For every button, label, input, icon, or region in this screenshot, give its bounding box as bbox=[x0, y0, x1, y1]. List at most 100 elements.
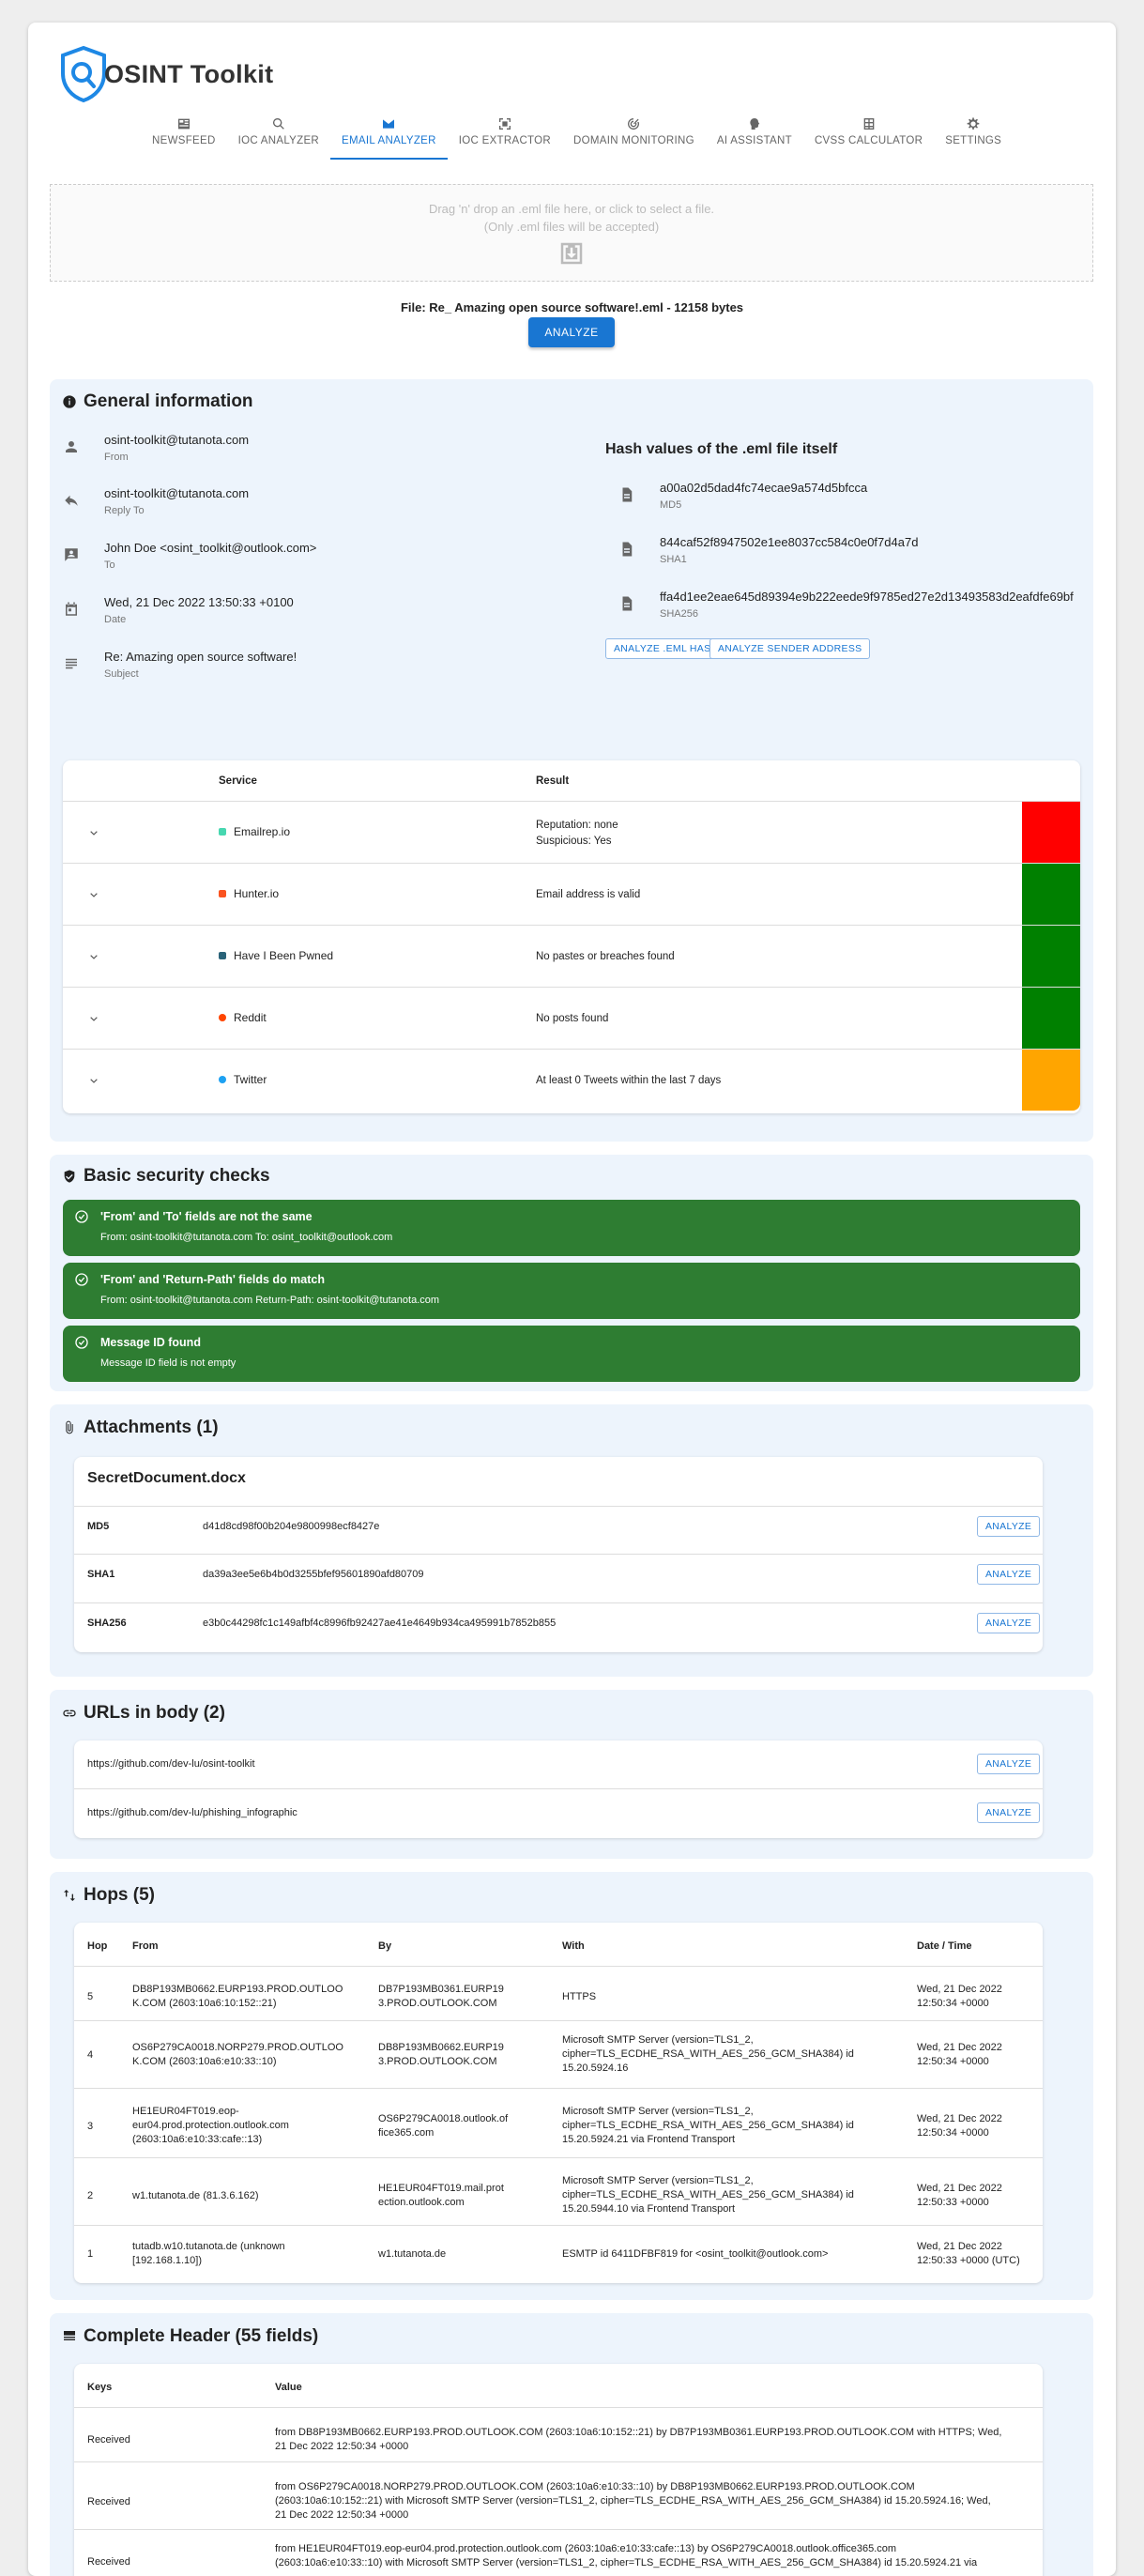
document-icon bbox=[622, 542, 633, 557]
chevron-down-icon[interactable] bbox=[87, 1074, 100, 1087]
services-table-header: Service Result bbox=[63, 760, 1080, 802]
service-row-reddit[interactable]: Reddit No posts found bbox=[63, 988, 1080, 1050]
chevron-down-icon[interactable] bbox=[87, 888, 100, 901]
service-row-hibp[interactable]: Have I Been Pwned No pastes or breaches … bbox=[63, 926, 1080, 988]
swap-vertical-icon bbox=[64, 1890, 75, 1901]
dropzone-hint: (Only .eml files will be accepted) bbox=[483, 220, 660, 234]
status-color-indicator bbox=[1022, 1050, 1080, 1111]
hops-table: Hop From By With Date / Time 5 DB8P193MB… bbox=[74, 1923, 1043, 2283]
security-checks-title: Basic security checks bbox=[62, 1166, 270, 1187]
tab-newsfeed[interactable]: NEWSFEED bbox=[141, 116, 227, 160]
shield-logo-icon bbox=[61, 45, 106, 103]
security-check-message-id: Message ID found Message ID field is not… bbox=[63, 1326, 1080, 1382]
url-item[interactable]: https://github.com/dev-lu/osint-toolkit bbox=[87, 1758, 255, 1770]
md5-hash: a00a02d5dad4fc74ecae9a574d5bfcca MD5 bbox=[618, 481, 867, 511]
sha1-hash: 844caf52f8947502e1ee8037cc584c0e0f7d4a7d… bbox=[618, 535, 918, 565]
url-item[interactable]: https://github.com/dev-lu/phishing_infog… bbox=[87, 1807, 297, 1818]
dropzone-text: Drag 'n' drop an .eml file here, or clic… bbox=[428, 202, 715, 216]
paperclip-icon bbox=[66, 1420, 73, 1434]
hunter-logo-icon bbox=[219, 890, 226, 897]
reddit-logo-icon bbox=[219, 1014, 226, 1021]
urls-section: URLs in body (2) https://github.com/dev-… bbox=[50, 1690, 1093, 1859]
security-checks-section: Basic security checks 'From' and 'To' fi… bbox=[50, 1155, 1093, 1391]
status-color-indicator bbox=[1022, 802, 1080, 863]
chevron-down-icon[interactable] bbox=[87, 1012, 100, 1025]
attachment-sha256: e3b0c44298fc1c149afbf4c8996fb92427ae41e4… bbox=[203, 1618, 557, 1629]
status-color-indicator bbox=[1022, 926, 1080, 987]
analyze-sender-address-button[interactable]: ANALYZE SENDER ADDRESS bbox=[709, 638, 871, 659]
urls-title: URLs in body (2) bbox=[62, 1703, 225, 1724]
radar-icon bbox=[628, 118, 640, 130]
hibp-logo-icon bbox=[219, 952, 226, 959]
hash-title: Hash values of the .eml file itself bbox=[605, 441, 838, 457]
document-icon bbox=[622, 596, 633, 611]
attachment-md5: d41d8cd98f00b204e9800998ecf8427e bbox=[203, 1521, 380, 1532]
emailrep-logo-icon bbox=[219, 828, 226, 836]
tab-domain-monitoring[interactable]: DOMAIN MONITORING bbox=[562, 116, 706, 160]
attachment-file-name: SecretDocument.docx bbox=[87, 1470, 246, 1486]
general-information-section: General information osint-toolkit@tutano… bbox=[50, 379, 1093, 1142]
chevron-down-icon[interactable] bbox=[87, 826, 100, 839]
newspaper-icon bbox=[177, 118, 190, 130]
header-table: Keys Value Received from DB8P193MB0662.E… bbox=[74, 2364, 1043, 2576]
to-field: John Doe <osint_toolkit@outlook.com> To bbox=[63, 541, 316, 571]
status-color-indicator bbox=[1022, 988, 1080, 1049]
attachment-sha256-analyze-button[interactable]: ANALYZE bbox=[977, 1613, 1041, 1633]
tab-ai-assistant[interactable]: AI ASSISTANT bbox=[706, 116, 803, 160]
search-icon bbox=[272, 118, 284, 130]
analyze-eml-hash-button[interactable]: ANALYZE .EML HASH bbox=[605, 638, 727, 659]
attachment-md5-analyze-button[interactable]: ANALYZE bbox=[977, 1516, 1041, 1537]
general-information-title: General information bbox=[62, 391, 253, 412]
chevron-down-icon[interactable] bbox=[87, 950, 100, 963]
calculator-icon bbox=[863, 118, 874, 130]
attachments-title: Attachments (1) bbox=[62, 1418, 219, 1438]
tab-settings[interactable]: SETTINGS bbox=[934, 116, 1013, 160]
twitter-logo-icon bbox=[219, 1076, 226, 1083]
file-dropzone[interactable]: Drag 'n' drop an .eml file here, or clic… bbox=[50, 184, 1093, 282]
document-icon bbox=[622, 487, 633, 502]
tab-cvss-calculator[interactable]: CVSS CALCULATOR bbox=[803, 116, 934, 160]
brain-icon bbox=[750, 118, 760, 130]
main-nav: NEWSFEED IOC ANALYZER EMAIL ANALYZER IOC… bbox=[141, 116, 1013, 160]
security-check-from-to: 'From' and 'To' fields are not the same … bbox=[63, 1200, 1080, 1256]
tab-ioc-extractor[interactable]: IOC EXTRACTOR bbox=[448, 116, 562, 160]
app-title: OSINT Toolkit bbox=[104, 59, 274, 88]
gear-icon bbox=[967, 117, 980, 130]
check-circle-icon bbox=[75, 1336, 88, 1349]
date-field: Wed, 21 Dec 2022 13:50:33 +0100 Date bbox=[63, 595, 294, 625]
security-check-return-path: 'From' and 'Return-Path' fields do match… bbox=[63, 1263, 1080, 1319]
hops-section: Hops (5) Hop From By With Date / Time 5 … bbox=[50, 1872, 1093, 2300]
person-icon bbox=[66, 441, 77, 452]
url-analyze-button[interactable]: ANALYZE bbox=[977, 1754, 1041, 1774]
service-row-twitter[interactable]: Twitter At least 0 Tweets within the las… bbox=[63, 1050, 1080, 1112]
complete-header-title: Complete Header (55 fields) bbox=[62, 2326, 318, 2347]
service-row-emailrep[interactable]: Emailrep.io Reputation: none Suspicious: … bbox=[63, 802, 1080, 864]
attachment-sha1: da39a3ee5e6b4b0d3255bfef95601890afd80709 bbox=[203, 1569, 424, 1580]
subject-icon bbox=[66, 658, 77, 669]
tab-ioc-analyzer[interactable]: IOC ANALYZER bbox=[227, 116, 330, 160]
app-logo[interactable]: OSINT Toolkit bbox=[59, 45, 273, 103]
services-table: Service Result Emailrep.io Reputation: n… bbox=[63, 760, 1080, 1113]
attachment-sha1-analyze-button[interactable]: ANALYZE bbox=[977, 1564, 1041, 1585]
status-color-indicator bbox=[1022, 864, 1080, 925]
info-icon bbox=[63, 395, 76, 408]
shield-check-icon bbox=[64, 1170, 75, 1183]
crop-icon bbox=[498, 118, 511, 130]
url-analyze-button[interactable]: ANALYZE bbox=[977, 1802, 1041, 1823]
tab-email-analyzer[interactable]: EMAIL ANALYZER bbox=[330, 116, 448, 160]
link-icon bbox=[63, 1710, 76, 1717]
app-card: OSINT Toolkit NEWSFEED IOC ANALYZER EMAI… bbox=[28, 23, 1116, 2576]
calendar-icon bbox=[66, 602, 77, 616]
attachment-card: SecretDocument.docx MD5 d41d8cd98f00b204… bbox=[74, 1457, 1043, 1652]
service-row-hunter[interactable]: Hunter.io Email address is valid bbox=[63, 864, 1080, 926]
contact-icon bbox=[65, 548, 78, 561]
subject-field: Re: Amazing open source software! Subject bbox=[63, 650, 297, 680]
sha256-hash: ffa4d1ee2eae645d89394e9b222eede9f9785ed2… bbox=[618, 590, 1074, 620]
check-circle-icon bbox=[75, 1273, 88, 1286]
complete-header-section: Complete Header (55 fields) Keys Value R… bbox=[50, 2313, 1093, 2576]
urls-list: https://github.com/dev-lu/osint-toolkit … bbox=[74, 1740, 1043, 1838]
from-field: osint-toolkit@tutanota.com From bbox=[63, 433, 249, 463]
download-icon bbox=[560, 242, 583, 265]
analyze-button[interactable]: ANALYZE bbox=[528, 317, 615, 347]
reply-icon bbox=[65, 495, 78, 506]
